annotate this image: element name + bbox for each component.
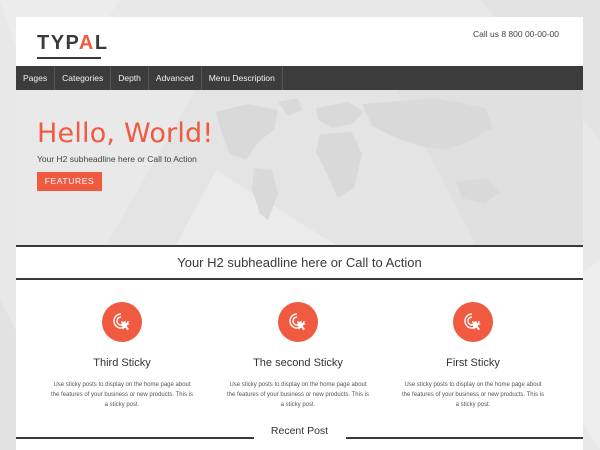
feature-icon-circle[interactable] (453, 302, 493, 342)
feature-card-third-sticky: Third Sticky Use sticky posts to display… (42, 302, 202, 410)
nav-item-categories[interactable]: Categories (55, 66, 112, 90)
feature-card-first-sticky: First Sticky Use sticky posts to display… (393, 302, 553, 410)
feature-text: Use sticky posts to display on the home … (227, 382, 369, 408)
site-logo[interactable]: TYPAL (37, 32, 109, 55)
main-nav: Pages Categories Depth Advanced Menu Des… (16, 66, 583, 90)
world-map-graphic (16, 90, 583, 245)
feature-icon-circle[interactable] (102, 302, 142, 342)
nav-item-depth[interactable]: Depth (111, 66, 149, 90)
header-phone: Call us 8 800 00-00-00 (472, 29, 559, 39)
cursor-click-icon (464, 313, 481, 331)
subheadline-text: Your H2 subheadline here or Call to Acti… (177, 255, 422, 270)
feature-icon-circle[interactable] (278, 302, 318, 342)
site-header: TYPAL Call us 8 800 00-00-00 (16, 17, 583, 66)
band-divider-bottom (16, 278, 583, 280)
cursor-click-icon (289, 313, 306, 331)
logo-suffix: L (94, 32, 109, 54)
feature-title[interactable]: First Sticky (393, 357, 553, 369)
feature-card-second-sticky: The second Sticky Use sticky posts to di… (218, 302, 378, 410)
hero-subtitle: Your H2 subheadline here or Call to Acti… (37, 154, 197, 164)
feature-title[interactable]: The second Sticky (218, 357, 378, 369)
recent-post-title: Recent Post (270, 425, 329, 437)
hero-section: Hello, World! Your H2 subheadline here o… (16, 90, 583, 245)
cursor-click-icon (113, 313, 130, 331)
page-container: TYPAL Call us 8 800 00-00-00 Pages Categ… (16, 17, 583, 450)
nav-item-advanced[interactable]: Advanced (149, 66, 202, 90)
nav-item-menu-description[interactable]: Menu Description (202, 66, 283, 90)
logo-underline (37, 57, 101, 59)
logo-accent: A (78, 32, 95, 54)
features-button[interactable]: FEATURES (37, 172, 102, 191)
band-divider-top (16, 245, 583, 247)
feature-text: Use sticky posts to display on the home … (402, 382, 544, 408)
nav-item-pages[interactable]: Pages (16, 66, 56, 90)
feature-text: Use sticky posts to display on the home … (51, 382, 193, 408)
hero-title: Hello, World! (37, 118, 214, 149)
logo-prefix: TYP (37, 32, 79, 54)
feature-title[interactable]: Third Sticky (42, 357, 202, 369)
